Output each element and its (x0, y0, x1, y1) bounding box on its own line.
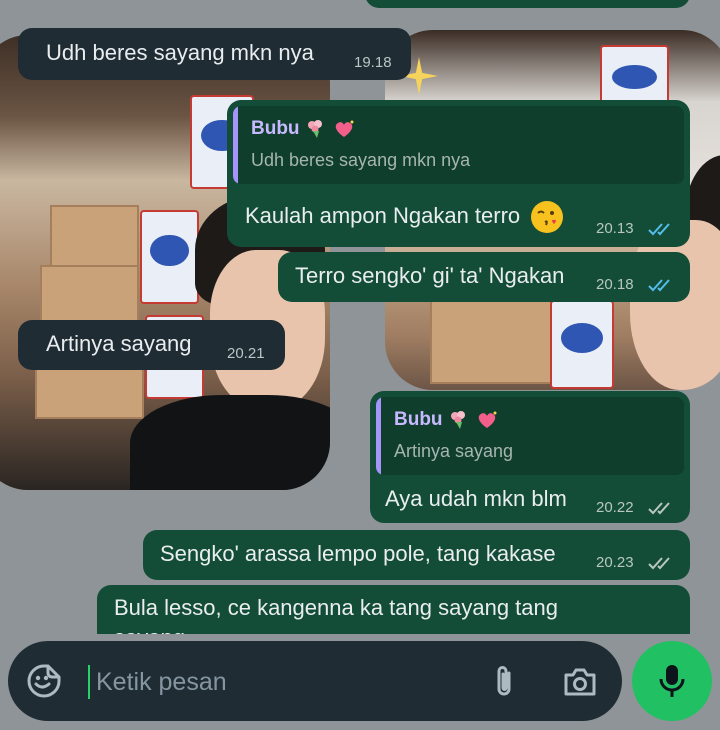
message-bubble-outgoing[interactable]: Bula lesso, ce kangenna ka tang sayang t… (97, 585, 690, 634)
message-time: 20.21 (227, 345, 265, 362)
quote-author: Bubu (394, 409, 499, 431)
paperclip-icon (497, 666, 511, 696)
message-text: Aya udah mkn blm (385, 486, 567, 511)
quote-accent-bar (376, 397, 381, 475)
bouquet-emoji-icon (450, 410, 465, 429)
quote-author: Bubu (251, 118, 356, 140)
message-bubble-incoming[interactable]: Artinya sayang 20.21 (18, 320, 285, 370)
message-text: Terro sengko' gi' ta' Ngakan (295, 263, 565, 288)
quote-text: Udh beres sayang mkn nya (251, 150, 471, 170)
message-time: 19.18 (354, 54, 392, 71)
delivered-double-check-icon (648, 502, 670, 515)
wallpaper-box (430, 300, 554, 384)
attach-button[interactable] (486, 663, 522, 701)
message-text-continued: sayang (114, 625, 185, 634)
wallpaper-box (50, 205, 139, 269)
bouquet-emoji-icon (307, 119, 322, 138)
sparkling-heart-emoji-icon (478, 411, 497, 428)
quoted-message[interactable]: Bubu Udh beres sayang mkn nya (233, 106, 684, 184)
message-bubble-outgoing[interactable]: Bubu Udh beres sayang mkn nya Kaulah amp… (227, 100, 690, 247)
microphone-icon (659, 665, 685, 697)
message-text: Artinya sayang (46, 331, 192, 356)
sparkling-heart-emoji-icon (335, 120, 354, 137)
message-bubble-outgoing[interactable]: Bubu Artinya sayang Aya udah mkn blm 20.… (370, 391, 690, 523)
quote-accent-bar (233, 106, 238, 184)
camera-button[interactable] (560, 663, 600, 701)
message-text: Udh beres sayang mkn nya (46, 40, 314, 65)
voice-message-button[interactable] (632, 641, 712, 721)
camera-icon (564, 668, 596, 696)
read-double-check-icon (648, 279, 670, 292)
message-text: Kaulah ampon Ngakan terro (245, 200, 564, 234)
emoji-sticker-icon (27, 664, 61, 698)
wallpaper-pack (550, 300, 614, 389)
delivered-double-check-icon (648, 557, 670, 570)
quoted-message[interactable]: Bubu Artinya sayang (376, 397, 684, 475)
message-time: 20.22 (596, 499, 634, 516)
message-bubble-outgoing[interactable]: Sengko' arassa lempo pole, tang kakase 2… (143, 530, 690, 580)
quote-text: Artinya sayang (394, 441, 514, 461)
message-input[interactable] (88, 665, 476, 699)
read-double-check-icon (648, 223, 670, 236)
message-time: 20.23 (596, 554, 634, 571)
message-bubble-outgoing[interactable]: Terro sengko' gi' ta' Ngakan 20.18 (278, 252, 690, 302)
message-time: 20.18 (596, 276, 634, 293)
previous-message-stub (365, 0, 690, 8)
message-text: Sengko' arassa lempo pole, tang kakase (160, 541, 556, 566)
message-time: 20.13 (596, 220, 634, 237)
message-composer (8, 641, 622, 721)
wallpaper-pack (140, 210, 199, 304)
message-text: Bula lesso, ce kangenna ka tang sayang t… (114, 595, 558, 620)
emoji-sticker-button[interactable] (24, 661, 64, 701)
face-blowing-kiss-emoji-icon (531, 201, 564, 233)
wallpaper-shirt (130, 395, 330, 490)
message-bubble-incoming[interactable]: Udh beres sayang mkn nya 19.18 (18, 28, 411, 80)
